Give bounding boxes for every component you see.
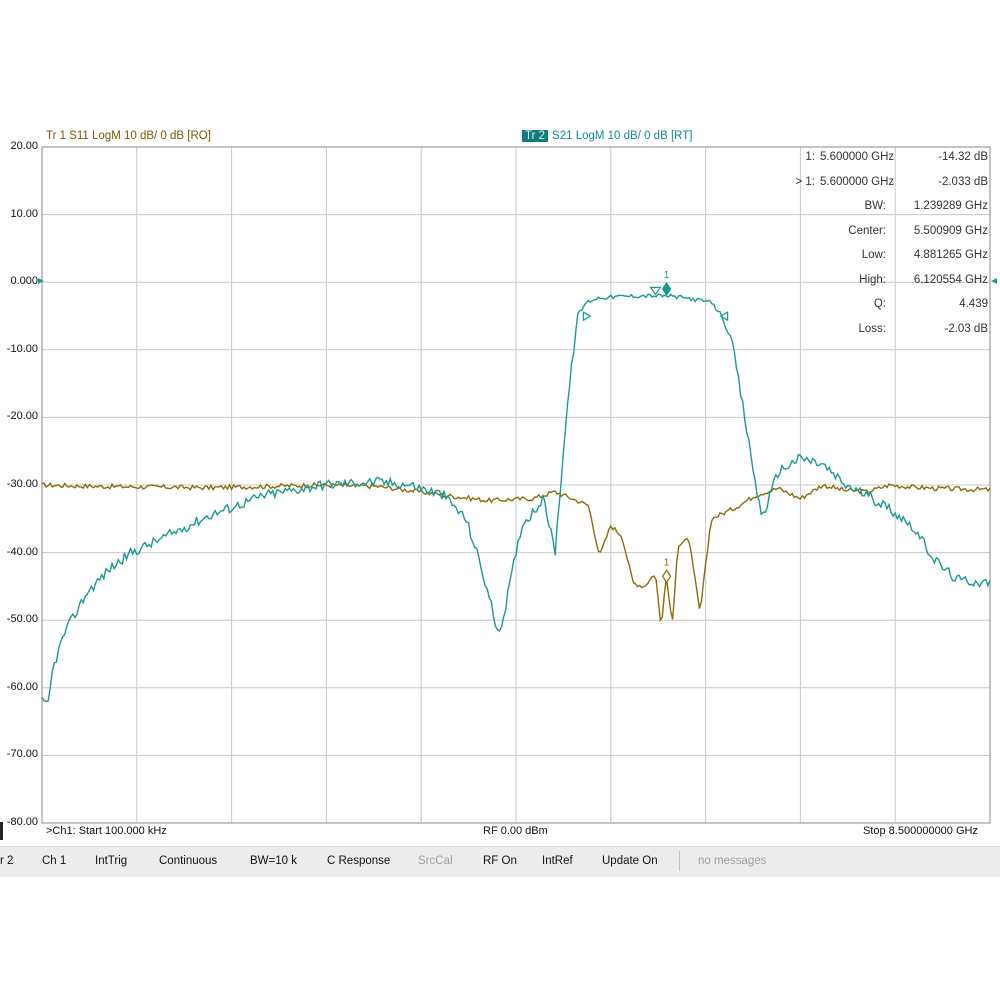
y-tick-label: -60.00 (6, 680, 38, 693)
softkey-continuous[interactable]: Continuous (159, 855, 217, 867)
marker-center-triangle (649, 286, 662, 296)
edge-indicator (0, 822, 3, 840)
marker-bw-low-triangle (582, 311, 592, 322)
y-tick-label: -80.00 (6, 816, 38, 828)
marker-row-value: 4.439 (959, 298, 988, 310)
y-tick-label: -30.00 (6, 478, 38, 490)
status-separator (679, 851, 680, 871)
reference-left-arrow (38, 278, 44, 284)
marker-row-label: Q: (873, 298, 886, 310)
marker-row-label: 1: (805, 151, 815, 163)
marker-row-value: -2.03 dB (944, 322, 988, 335)
stop-frequency-label[interactable]: Stop 8.500000000 GHz (863, 825, 978, 837)
marker-row-label: Center: (848, 224, 886, 237)
marker-bw-high-triangle (719, 311, 729, 322)
y-tick-label: -50.00 (6, 613, 38, 626)
y-tick-label: -20.00 (6, 410, 38, 423)
softkey-update-on[interactable]: Update On (602, 855, 658, 867)
y-tick-label: -40.00 (6, 545, 38, 558)
y-tick-label: -70.00 (6, 748, 38, 761)
y-tick-label: 0.000 (10, 275, 38, 288)
softkey-c-response[interactable]: C Response (327, 855, 390, 867)
marker-row-value: 4.881265 GHz (913, 249, 988, 261)
softkey-ch-1[interactable]: Ch 1 (42, 855, 66, 867)
softkey-rf-on[interactable]: RF On (483, 855, 517, 867)
y-tick-label: 20.00 (10, 140, 38, 152)
marker-s21-number: 1 (664, 270, 670, 281)
marker-row-value: 1.239289 GHz (913, 200, 988, 212)
marker-row-label: High: (859, 273, 886, 286)
marker-row-frequency: 5.600000 GHz (820, 151, 895, 163)
softkey-srccal: SrcCal (418, 855, 453, 867)
y-tick-label: -10.00 (6, 342, 38, 355)
rf-power-label[interactable]: RF 0.00 dBm (483, 825, 548, 837)
softkey-bw-10-k[interactable]: BW=10 k (250, 855, 297, 867)
marker-row-frequency: 5.600000 GHz (820, 175, 895, 188)
softkey-inttrig[interactable]: IntTrig (95, 855, 127, 867)
start-frequency-label[interactable]: >Ch1: Start 100.000 kHz (46, 825, 167, 837)
y-tick-label: 10.00 (10, 207, 38, 220)
marker-row-label: > 1: (795, 175, 815, 188)
softkey-intref[interactable]: IntRef (542, 855, 573, 867)
marker-row-value: -14.32 dB (938, 151, 988, 163)
marker-row-value: 5.500909 GHz (913, 224, 988, 237)
marker-row-value: -2.033 dB (938, 175, 988, 188)
marker-s21-active-diamond (661, 281, 672, 297)
reference-right-arrow (991, 278, 997, 284)
marker-row-label: BW: (864, 200, 886, 212)
marker-s11-diamond (661, 569, 672, 584)
marker-s11-number: 1 (664, 557, 670, 568)
softkey-no-messages: no messages (698, 855, 767, 867)
marker-row-label: Loss: (858, 322, 887, 335)
marker-row-label: Low: (861, 249, 886, 261)
softkey-r-2[interactable]: r 2 (0, 855, 13, 867)
marker-row-value: 6.120554 GHz (913, 273, 988, 286)
